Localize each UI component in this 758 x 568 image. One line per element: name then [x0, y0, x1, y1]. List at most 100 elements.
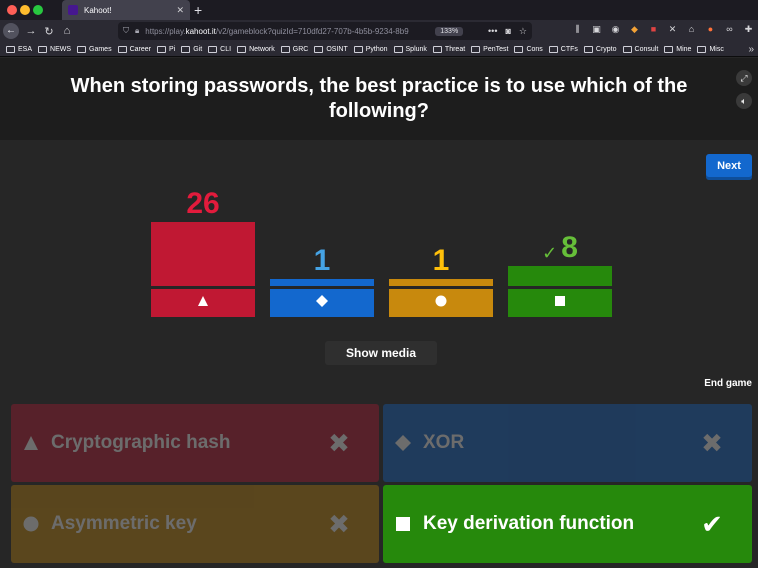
bar-count-value: 1: [432, 244, 450, 277]
shield-icon[interactable]: ⛉: [123, 26, 129, 36]
sidebar-icon[interactable]: ▣: [591, 24, 602, 35]
bookmark-folder-network[interactable]: Network: [237, 45, 275, 53]
kahoot-favicon-icon: [68, 5, 78, 15]
account-icon[interactable]: ◉: [610, 24, 621, 35]
bookmark-label: Consult: [634, 45, 659, 53]
circle-icon: [22, 515, 40, 533]
result-bar-square: ✓ 8: [508, 140, 612, 317]
bookmark-star-icon[interactable]: ☆: [519, 26, 527, 37]
bookmark-folder-misc[interactable]: Misc: [697, 45, 724, 53]
tab-close-icon[interactable]: ✕: [176, 5, 184, 16]
bookmark-folder-splunk[interactable]: Splunk: [393, 45, 427, 53]
extension-badge-icon[interactable]: ■: [648, 24, 659, 35]
bookmark-folder-pi[interactable]: Pi: [156, 45, 176, 53]
extensions-puzzle-icon[interactable]: ✚: [743, 24, 754, 35]
bookmark-label: Pi: [168, 45, 176, 53]
answer-option-circle[interactable]: Asymmetric key ✖: [11, 485, 379, 563]
minimize-window-button[interactable]: [20, 5, 30, 15]
bookmark-folder-cons[interactable]: Cons: [514, 45, 543, 53]
bookmark-label: Network: [249, 45, 275, 53]
bookmark-folder-osint[interactable]: OSINT: [314, 45, 348, 53]
answer-option-triangle[interactable]: Cryptographic hash ✖: [11, 404, 379, 482]
extension-icon[interactable]: ◆: [629, 24, 640, 35]
bar-count-label: 1: [389, 246, 493, 276]
url-bar[interactable]: ⛉ 🔒︎ https://play.kahoot.it/v2/gameblock…: [118, 22, 532, 40]
correct-check-icon: ✔: [701, 508, 723, 539]
folder-icon: [6, 45, 15, 53]
bookmark-folder-mine[interactable]: Mine: [664, 45, 692, 53]
bookmark-folder-career[interactable]: Career: [117, 45, 151, 53]
extension-fox-icon[interactable]: ●: [705, 24, 716, 35]
fullscreen-icon[interactable]: ⤢: [736, 70, 752, 86]
triangle-icon: [22, 434, 40, 452]
bookmark-label: Threat: [444, 45, 466, 53]
folder-icon: [208, 45, 218, 53]
end-game-button[interactable]: End game: [704, 378, 752, 389]
volume-icon[interactable]: 🔈︎: [736, 93, 752, 109]
bookmark-folder-esa[interactable]: ESA: [6, 45, 32, 53]
bookmark-label: CTFs: [560, 45, 578, 53]
folder-icon: [432, 45, 442, 53]
extension-mask-icon[interactable]: ∞: [724, 24, 735, 35]
url-path: /v2/gameblock?quizId=710dfd27-707b-4b5b-…: [215, 26, 409, 36]
folder-icon: [514, 45, 524, 53]
folder-icon: [583, 45, 593, 53]
bar-symbol-block: [389, 289, 493, 317]
bookmark-label: Python: [365, 45, 388, 53]
correct-check-icon: ✓: [542, 243, 558, 263]
browser-navbar: ← → ↻ ⌂ ⛉ 🔒︎ https://play.kahoot.it/v2/g…: [0, 20, 758, 42]
bookmark-folder-games[interactable]: Games: [77, 45, 112, 53]
back-arrow-icon[interactable]: ←: [3, 23, 19, 39]
close-window-button[interactable]: [7, 5, 17, 15]
url-text[interactable]: https://play.kahoot.it/v2/gameblock?quiz…: [145, 27, 427, 36]
folder-icon: [393, 45, 403, 53]
bookmark-folder-grc[interactable]: GRC: [280, 45, 308, 53]
maximize-window-button[interactable]: [33, 5, 43, 15]
folder-icon: [697, 45, 707, 53]
answer-option-diamond[interactable]: XOR ✖: [383, 404, 752, 482]
library-icon[interactable]: ⫼: [572, 24, 583, 35]
answer-text: Asymmetric key: [51, 513, 197, 534]
bookmark-folder-consult[interactable]: Consult: [622, 45, 659, 53]
bookmarks-overflow-icon[interactable]: »: [748, 42, 754, 56]
square-icon: [394, 515, 412, 533]
bookmark-folder-threat[interactable]: Threat: [432, 45, 466, 53]
incorrect-cross-icon: ✖: [328, 427, 350, 458]
bookmark-folder-git[interactable]: Git: [181, 45, 202, 53]
extension-hat-icon[interactable]: ⌂: [686, 24, 697, 35]
bookmark-folder-pentest[interactable]: PenTest: [471, 45, 508, 53]
bookmark-folder-python[interactable]: Python: [353, 45, 388, 53]
more-actions-icon[interactable]: •••: [488, 26, 497, 37]
bookmark-label: Games: [89, 45, 112, 53]
bookmarks-toolbar: ESA NEWS Games Career Pi Git CLI Network GRC OSIN…: [0, 42, 758, 57]
folder-icon: [237, 45, 247, 53]
forward-arrow-icon[interactable]: →: [22, 25, 40, 37]
new-tab-plus-icon[interactable]: +: [194, 1, 202, 19]
bookmark-folder-news[interactable]: NEWS: [38, 45, 71, 53]
show-media-button[interactable]: Show media: [325, 341, 437, 365]
extension-x-icon[interactable]: ✕: [667, 24, 678, 35]
bar-count-label: ✓ 8: [508, 233, 612, 266]
browser-tab-kahoot[interactable]: Kahoot! ✕: [62, 0, 190, 20]
answer-options: Cryptographic hash ✖ XOR ✖ Asymmetric key ✖ Ke…: [0, 404, 758, 568]
bookmark-folder-ctfs[interactable]: CTFs: [548, 45, 578, 53]
lock-icon[interactable]: 🔒︎: [135, 26, 139, 36]
url-host: kahoot.it: [185, 26, 216, 36]
home-icon[interactable]: ⌂: [58, 25, 76, 37]
answer-option-square[interactable]: Key derivation function ✔: [383, 485, 752, 563]
triangle-icon: [197, 294, 209, 312]
bookmark-label: Mine: [676, 45, 692, 53]
bar-count-label: 26: [151, 189, 255, 219]
bookmark-label: Misc: [709, 45, 724, 53]
bookmark-folder-crypto[interactable]: Crypto: [583, 45, 617, 53]
bar-fill: [270, 279, 374, 286]
bookmark-folder-cli[interactable]: CLI: [208, 45, 231, 53]
zoom-level-badge[interactable]: 133%: [435, 26, 464, 36]
reload-icon[interactable]: ↻: [40, 25, 58, 38]
diamond-icon: [316, 294, 328, 312]
folder-icon: [664, 45, 674, 53]
pocket-icon[interactable]: ◙: [505, 26, 510, 37]
bookmark-label: OSINT: [326, 45, 348, 53]
bookmark-label: Career: [129, 45, 151, 53]
bar-fill: [151, 222, 255, 286]
